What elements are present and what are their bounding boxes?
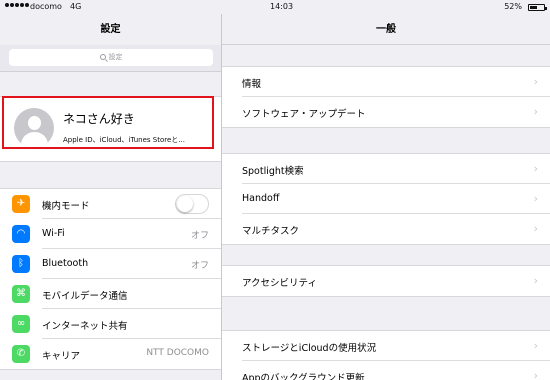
settings-group-0: 情報 › ソフトウェア・アップデート ›	[222, 66, 550, 128]
detail-title: 一般	[222, 14, 550, 45]
chevron-right-icon: ›	[533, 339, 538, 352]
settings-sidebar: 設定 設定 ネコさん好き Apple ID、iCloud、iTunes Stor…	[0, 14, 221, 380]
search-input[interactable]: 設定	[9, 49, 213, 66]
settings-row[interactable]: マルチタスク ›	[222, 214, 550, 244]
search-bar: 設定	[0, 45, 221, 72]
sidebar-item-label: 機内モード	[42, 201, 90, 212]
sidebar-item-label: モバイルデータ通信	[42, 291, 128, 302]
clock: 14:03	[270, 2, 294, 11]
search-placeholder: 設定	[108, 53, 123, 61]
carrier-name: docomo	[30, 2, 62, 11]
settings-row-label: マルチタスク	[242, 226, 300, 237]
network-type: 4G	[70, 2, 82, 11]
airplane-mode-toggle[interactable]	[175, 194, 209, 214]
settings-list: ✈ 機内モード ◠ Wi-Fi オフ ᛒ Bluetooth オフ ⌘ モバイルデータ通信 ∞ インタ…	[0, 188, 221, 370]
phone-icon: ✆	[12, 345, 30, 363]
chevron-right-icon: ›	[533, 369, 538, 380]
settings-row-label: ストレージとiCloudの使用状況	[242, 343, 377, 354]
settings-row[interactable]: Handoff ›	[222, 184, 550, 214]
chevron-right-icon: ›	[533, 162, 538, 175]
sidebar-item-label: Bluetooth	[42, 258, 89, 269]
settings-row-label: Spotlight検索	[242, 166, 304, 177]
settings-row-label: 情報	[242, 79, 262, 90]
settings-row[interactable]: ソフトウェア・アップデート ›	[222, 97, 550, 127]
settings-row[interactable]: 情報 ›	[222, 67, 550, 97]
chevron-right-icon: ›	[533, 192, 538, 205]
personal-hotspot-icon: ∞	[12, 315, 30, 333]
chevron-right-icon: ›	[533, 274, 538, 287]
settings-row-label: ソフトウェア・アップデート	[242, 109, 366, 120]
sidebar-item-2[interactable]: ᛒ Bluetooth オフ	[0, 249, 221, 279]
sidebar-item-value: オフ	[190, 231, 209, 241]
highlight-box	[2, 96, 214, 149]
search-icon	[99, 54, 106, 60]
settings-group-3: ストレージとiCloudの使用状況 › Appのバックグラウンド更新 ›	[222, 330, 550, 380]
sidebar-item-0[interactable]: ✈ 機内モード	[0, 189, 221, 219]
battery-percent: 52%	[504, 2, 522, 11]
settings-group-1: Spotlight検索 › Handoff › マルチタスク ›	[222, 153, 550, 245]
general-detail-pane: 一般 情報 › ソフトウェア・アップデート › Spotlight検索 › Handoff ›…	[222, 14, 550, 380]
chevron-right-icon: ›	[533, 75, 538, 88]
wifi-icon: ◠	[12, 225, 30, 243]
sidebar-item-label: Wi-Fi	[42, 228, 65, 239]
settings-row[interactable]: Spotlight検索 ›	[222, 154, 550, 184]
settings-row[interactable]: Appのバックグラウンド更新 ›	[222, 361, 550, 380]
chevron-right-icon: ›	[533, 222, 538, 235]
sidebar-item-4[interactable]: ∞ インターネット共有	[0, 309, 221, 339]
cellular-antenna-icon: ⌘	[12, 285, 30, 303]
sidebar-item-label: キャリア	[42, 351, 81, 362]
status-bar: docomo 4G 14:03 52%	[0, 0, 550, 14]
bluetooth-icon: ᛒ	[12, 255, 30, 273]
sidebar-item-value: NTT DOCOMO	[146, 348, 209, 358]
sidebar-item-label: インターネット共有	[42, 321, 128, 332]
settings-row-label: Handoff	[242, 193, 280, 204]
settings-group-2: アクセシビリティ ›	[222, 265, 550, 297]
airplane-icon: ✈	[12, 195, 30, 213]
sidebar-item-1[interactable]: ◠ Wi-Fi オフ	[0, 219, 221, 249]
sidebar-item-value: オフ	[190, 261, 209, 271]
settings-row[interactable]: アクセシビリティ ›	[222, 266, 550, 296]
sidebar-title: 設定	[100, 24, 121, 35]
settings-row-label: アクセシビリティ	[242, 278, 317, 289]
settings-row-label: Appのバックグラウンド更新	[242, 373, 365, 380]
sidebar-item-5[interactable]: ✆ キャリア NTT DOCOMO	[0, 339, 221, 369]
battery-icon	[528, 4, 547, 11]
sidebar-item-3[interactable]: ⌘ モバイルデータ通信	[0, 279, 221, 309]
chevron-right-icon: ›	[533, 105, 538, 118]
settings-row[interactable]: ストレージとiCloudの使用状況 ›	[222, 331, 550, 361]
signal-strength-icon	[5, 3, 29, 7]
